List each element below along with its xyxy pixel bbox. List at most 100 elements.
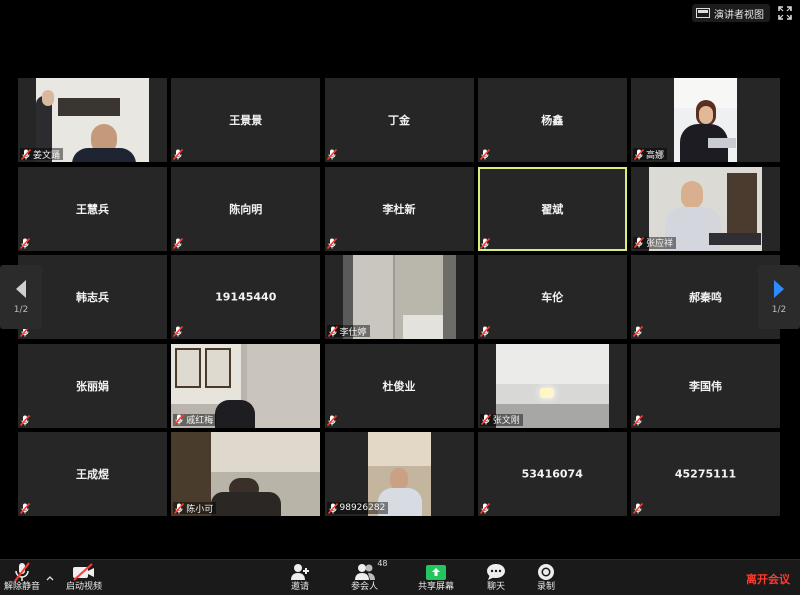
speaker-view-label: 演讲者视图 [714,9,764,21]
mic-muted-icon [326,149,337,160]
mic-muted-icon [480,414,491,425]
chat-label: 聊天 [486,582,505,592]
chat-icon [487,564,505,580]
participant-name: 19145440 [215,290,277,304]
participant-tile[interactable]: 车伦 [477,255,627,339]
mic-muted-icon [174,502,185,514]
speaker-view-icon [696,8,710,18]
participant-tile[interactable]: 高娜 [631,78,780,162]
mic-muted-icon [479,237,490,249]
participant-tile[interactable]: 戚红梅 [171,343,321,428]
chevron-right-icon [774,280,784,298]
participant-name: 车伦 [541,291,564,304]
video-off-icon [73,563,94,581]
participant-name: 张文刚 [492,416,520,426]
participant-name: 杨鑫 [541,114,564,127]
participant-name: 53416074 [521,467,583,481]
top-bar: 演讲者视图 [0,0,800,26]
participants-label: 参会人 [351,582,379,592]
record-button[interactable]: 录制 [537,562,555,593]
unmute-label: 解除静音 [4,582,41,592]
mic-muted-icon [173,326,184,337]
meeting-toolbar: 解除静音 启动视频 邀请 48 参会人 共享屏幕 聊天 录制 离开会议 [0,559,800,595]
invite-label: 邀请 [290,582,309,592]
video-feed [674,78,737,162]
participant-tile[interactable]: 丁金 [324,78,474,162]
participant-name: 姜文踊 [33,150,61,161]
participant-tile[interactable]: 杨鑫 [477,78,627,162]
participant-name: 王慧兵 [76,202,109,216]
participant-tile[interactable]: 杜俊业 [324,343,474,428]
participant-name: 张丽娟 [76,379,109,393]
participant-tile[interactable]: 陈向明 [171,166,321,251]
mic-muted-icon [326,414,337,426]
start-video-button[interactable]: 启动视频 [66,562,102,593]
participant-tile[interactable]: 李杜新 [324,166,474,251]
participant-tile[interactable]: 张文刚 [477,343,627,428]
chevron-left-icon [16,280,26,298]
mic-muted-icon [174,414,185,425]
participant-name: 丁金 [388,114,410,127]
participant-tile[interactable]: 王景景 [171,78,321,162]
participant-name: 王成煜 [76,468,109,481]
participants-button[interactable]: 48 参会人 [351,559,388,593]
audio-options-button[interactable] [46,575,54,581]
record-label: 录制 [537,582,556,592]
participant-tile[interactable]: 19145440 [171,255,321,339]
mic-muted-icon [20,503,30,514]
participant-count: 48 [377,559,388,568]
participant-tile[interactable]: 李仕婷 [324,255,474,339]
mic-muted-icon [634,237,644,248]
participant-tile[interactable]: 张丽娟 [18,343,167,428]
participant-tile[interactable]: 王成煜 [18,432,167,516]
participant-tile[interactable]: 98926282 [324,432,474,516]
share-screen-button[interactable]: 共享屏幕 [418,562,454,593]
mic-muted-icon [327,325,338,337]
participant-name: 戚红梅 [186,416,214,426]
record-icon [538,564,554,580]
participant-name: 李国伟 [689,379,722,393]
mic-muted-icon [327,502,338,514]
mic-muted-icon [479,326,490,337]
fullscreen-icon[interactable] [778,6,792,20]
start-video-label: 启动视频 [66,582,103,592]
mic-muted-icon [20,237,30,249]
previous-page-button[interactable]: 1/2 [0,265,42,329]
participant-tile[interactable]: 45275111 [631,432,780,516]
participant-tile[interactable]: 姜文踊 [18,78,167,162]
chat-button[interactable]: 聊天 [486,562,506,593]
participant-tile[interactable]: 陈小可 [171,432,321,516]
unmute-button[interactable]: 解除静音 [4,562,40,593]
chevron-up-icon [46,576,54,581]
participant-tile[interactable]: 张应祥 [631,166,780,251]
mic-muted-icon [14,562,30,582]
speaker-view-button[interactable]: 演讲者视图 [692,4,770,22]
mic-muted-icon [326,237,337,249]
leave-meeting-button[interactable]: 离开会议 [746,571,790,587]
participants-icon [354,564,375,580]
mic-muted-icon [20,414,30,426]
mic-muted-icon [21,148,31,160]
participant-name: 98926282 [339,503,386,513]
participant-tile[interactable]: 王慧兵 [18,166,167,251]
page-indicator: 1/2 [771,305,787,315]
share-screen-label: 共享屏幕 [418,582,455,592]
participant-tile[interactable]: 李国伟 [631,343,780,428]
mic-muted-icon [633,326,643,337]
participant-tile[interactable]: 53416074 [477,432,627,516]
next-page-button[interactable]: 1/2 [758,265,800,329]
mic-muted-icon [479,503,490,514]
participant-tile-active-speaker[interactable]: 翟斌 [477,166,627,251]
share-screen-icon [426,565,446,580]
mic-muted-icon [633,503,643,514]
mic-muted-icon [173,149,184,160]
invite-button[interactable]: 邀请 [290,562,310,593]
gallery-grid: 姜文踊 王景景 丁金 杨鑫 高娜 王慧兵 陈向明 李杜新 翟斌 张应祥 韩志兵 … [18,78,780,516]
mic-muted-icon [173,237,184,249]
participant-name: 翟斌 [541,202,564,216]
participant-name: 杜俊业 [382,379,416,393]
participant-name: 陈向明 [229,202,263,216]
mic-muted-icon [633,414,643,426]
participant-name: 张应祥 [646,239,674,249]
mic-muted-icon [634,148,644,160]
